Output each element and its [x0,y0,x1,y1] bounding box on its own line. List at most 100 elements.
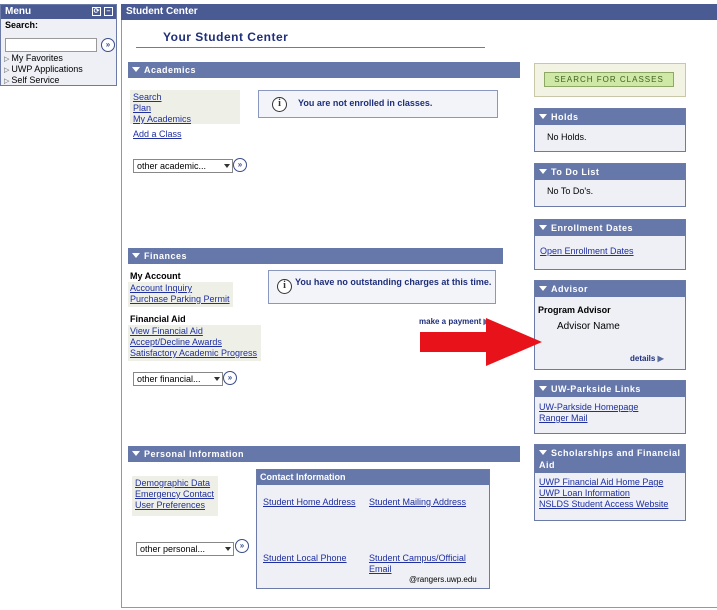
holds-box: Holds No Holds. [534,108,686,152]
account-links: Account Inquiry Purchase Parking Permit [128,282,233,307]
expand-triangle-icon: ▷ [4,67,10,74]
academics-notice: i You are not enrolled in classes. [258,90,498,118]
red-arrow-shape [420,318,542,366]
section-title: Personal Information [144,449,245,459]
collapse-caret-icon [539,450,547,455]
section-academics[interactable]: Academics [128,62,520,78]
red-arrow-annotation [420,318,542,366]
link-purchase-parking-permit[interactable]: Purchase Parking Permit [130,294,230,304]
uw-parkside-links-header[interactable]: UW-Parkside Links [535,381,685,397]
advisor-header[interactable]: Advisor [535,281,685,297]
financial-aid-links: View Financial Aid Accept/Decline Awards… [128,325,261,361]
link-my-academics[interactable]: My Academics [133,114,191,124]
personal-go-icon[interactable]: » [235,539,249,553]
link-plan[interactable]: Plan [133,103,151,113]
menu-item-label: Self Service [11,75,60,85]
personal-other-select[interactable]: other personal... [136,542,234,556]
link-satisfactory-academic-progress[interactable]: Satisfactory Academic Progress [130,348,257,358]
expand-triangle-icon: ▷ [4,56,10,63]
link-uwp-loan-information[interactable]: UWP Loan Information [539,488,630,498]
collapse-caret-icon [539,225,547,230]
scholarships-box: Scholarships and Financial Aid UWP Finan… [534,444,686,521]
select-value: other academic... [137,161,207,171]
link-uwp-financial-aid-home[interactable]: UWP Financial Aid Home Page [539,477,663,487]
finances-notice: i You have no outstanding charges at thi… [268,270,496,304]
dropdown-arrow-icon [224,164,230,168]
info-icon: i [277,279,292,294]
link-student-mailing-address[interactable]: Student Mailing Address [369,497,466,507]
academics-go-icon[interactable]: » [233,158,247,172]
link-student-home-address[interactable]: Student Home Address [263,497,356,507]
box-title: Advisor [551,284,589,294]
advisor-details-link[interactable]: details ▶ [630,354,664,363]
menu-item-self-service[interactable]: ▷ Self Service [4,75,59,85]
collapse-caret-icon [539,169,547,174]
link-demographic-data[interactable]: Demographic Data [135,478,210,488]
uw-parkside-links-box: UW-Parkside Links UW-Parkside Homepage R… [534,380,686,434]
select-value: other financial... [137,374,201,384]
menu-title: Menu [5,6,32,17]
select-value: other personal... [140,544,206,554]
collapse-caret-icon [132,67,140,72]
section-title: Finances [144,251,188,261]
search-for-classes-button[interactable]: SEARCH FOR CLASSES [544,72,674,87]
finances-other-select[interactable]: other financial... [133,372,223,386]
link-uw-parkside-homepage[interactable]: UW-Parkside Homepage [539,402,638,412]
details-label: details [630,354,656,363]
menu-item-uwp-applications[interactable]: ▷ UWP Applications [4,64,83,74]
collapse-caret-icon [132,253,140,258]
link-emergency-contact[interactable]: Emergency Contact [135,489,214,499]
box-title: Enrollment Dates [551,223,634,233]
enrollment-dates-header[interactable]: Enrollment Dates [535,220,685,236]
link-student-local-phone[interactable]: Student Local Phone [263,553,347,563]
title-divider [136,47,485,48]
program-advisor-label: Program Advisor [538,305,611,315]
academics-other-select[interactable]: other academic... [133,159,233,173]
collapse-caret-icon [539,386,547,391]
refresh-icon[interactable]: ⟳ [92,7,101,16]
advisor-name: Advisor Name [557,321,620,332]
box-title: To Do List [551,167,600,177]
link-view-financial-aid[interactable]: View Financial Aid [130,326,203,336]
scholarships-header[interactable]: Scholarships and Financial Aid [535,445,685,473]
contact-information-box: Contact Information Student Home Address… [256,469,490,589]
link-accept-decline-awards[interactable]: Accept/Decline Awards [130,337,222,347]
notice-text: You have no outstanding charges at this … [295,277,492,287]
link-add-a-class[interactable]: Add a Class [133,129,182,139]
menu-header: Menu ⟳ – [1,5,116,19]
menu-search-input[interactable] [5,38,97,52]
search-for-classes-panel: SEARCH FOR CLASSES [534,63,686,97]
contact-information-title: Contact Information [257,470,489,485]
collapse-caret-icon [539,114,547,119]
todo-header[interactable]: To Do List [535,164,685,180]
left-menu: Menu ⟳ – Search: » ▷ My Favorites ▷ UWP Ap… [0,4,117,86]
page-title: Your Student Center [163,30,289,44]
collapse-caret-icon [539,286,547,291]
section-finances[interactable]: Finances [128,248,503,264]
menu-item-my-favorites[interactable]: ▷ My Favorites [4,53,63,63]
student-center-header: Student Center [121,4,717,20]
link-nslds-student-access[interactable]: NSLDS Student Access Website [539,499,668,509]
box-title: UW-Parkside Links [551,384,641,394]
dropdown-arrow-icon [225,547,231,551]
minimize-icon[interactable]: – [104,7,113,16]
expand-triangle-icon: ▷ [4,78,10,85]
holds-header[interactable]: Holds [535,109,685,125]
menu-item-label: My Favorites [11,53,63,63]
link-student-campus-email[interactable]: Student Campus/Official Email [369,553,484,575]
link-search[interactable]: Search [133,92,162,102]
my-account-label: My Account [130,271,181,281]
academics-links: Search Plan My Academics [130,90,240,124]
enrollment-dates-box: Enrollment Dates Open Enrollment Dates [534,219,686,270]
email-domain: @rangers.uwp.edu [409,575,477,584]
section-personal-information[interactable]: Personal Information [128,446,520,462]
link-ranger-mail[interactable]: Ranger Mail [539,413,588,423]
todo-box: To Do List No To Do's. [534,163,686,207]
box-title: Holds [551,112,579,122]
link-user-preferences[interactable]: User Preferences [135,500,205,510]
menu-search-go-icon[interactable]: » [101,38,115,52]
dropdown-arrow-icon [214,377,220,381]
link-account-inquiry[interactable]: Account Inquiry [130,283,192,293]
link-open-enrollment-dates[interactable]: Open Enrollment Dates [540,246,634,256]
finances-go-icon[interactable]: » [223,371,237,385]
